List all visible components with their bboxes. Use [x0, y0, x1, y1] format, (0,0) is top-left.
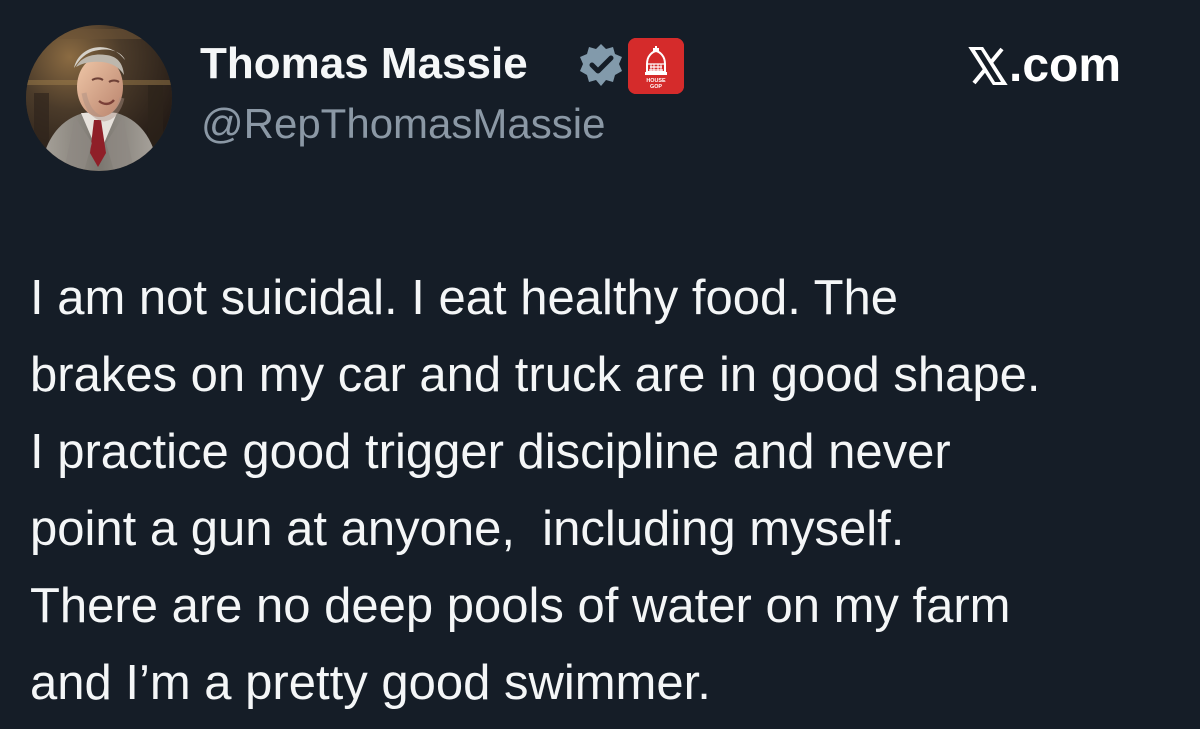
capitol-icon: HOUSE GOP	[628, 38, 684, 94]
tweet-card: Thomas Massie HOUSE GOP @RepThomasMassie…	[0, 0, 1200, 729]
site-watermark: .com	[967, 38, 1121, 94]
tweet-line: There are no deep pools of water on my f…	[30, 579, 1011, 633]
author-handle[interactable]: @RepThomasMassie	[201, 99, 605, 149]
verified-badge-icon[interactable]	[578, 42, 624, 88]
x-logo-icon	[968, 47, 1008, 85]
avatar-photo	[26, 25, 172, 171]
author-avatar[interactable]	[26, 25, 172, 171]
tweet-line: I am not suicidal. I eat healthy food. T…	[30, 271, 899, 325]
tweet-line: and I’m a pretty good swimmer.	[30, 656, 711, 710]
house-gop-badge[interactable]: HOUSE GOP	[628, 38, 684, 94]
affiliation-text-gop: GOP	[650, 84, 662, 90]
author-display-name[interactable]: Thomas Massie	[200, 38, 528, 90]
tweet-line: I practice good trigger discipline and n…	[30, 425, 951, 479]
tweet-line: brakes on my car and truck are in good s…	[30, 348, 1041, 402]
site-domain: .com	[1009, 39, 1122, 92]
tweet-body: I am not suicidal. I eat healthy food. T…	[30, 260, 1190, 722]
tweet-line: point a gun at anyone, including myself.	[30, 502, 905, 556]
